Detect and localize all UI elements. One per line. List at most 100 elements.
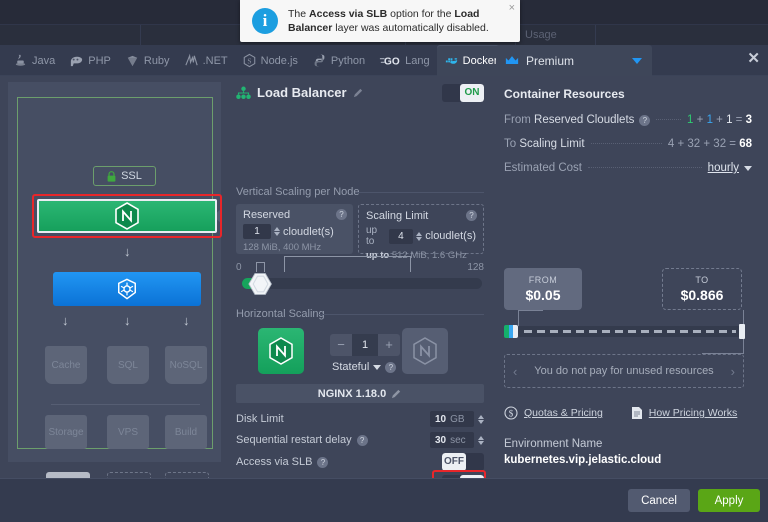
- container-resources-title: Container Resources: [504, 87, 625, 101]
- how-pricing-works-label: How Pricing Works: [648, 407, 738, 419]
- svg-text:S: S: [247, 56, 251, 65]
- topology-placeholder-build[interactable]: Build: [165, 415, 207, 449]
- scaling-limit-input[interactable]: 4: [388, 228, 414, 244]
- slider-handle[interactable]: [248, 272, 274, 296]
- tab-premium[interactable]: Premium: [496, 45, 652, 76]
- how-pricing-works-link[interactable]: How Pricing Works: [631, 406, 738, 420]
- chevron-left-icon[interactable]: ‹: [513, 364, 517, 379]
- node-count-increase[interactable]: +: [378, 334, 400, 356]
- reserved-total: 3: [745, 114, 752, 126]
- tab-dotnet[interactable]: .NET: [177, 45, 235, 76]
- limit-total: 68: [739, 138, 752, 150]
- price-slider-handle-right[interactable]: [739, 324, 745, 339]
- apply-button[interactable]: Apply: [698, 489, 760, 512]
- topology-placeholder-storage[interactable]: Storage: [45, 415, 87, 449]
- restart-delay-input[interactable]: 30 sec: [430, 432, 474, 448]
- tab-php-label: PHP: [88, 54, 111, 67]
- topology-placeholder-vps[interactable]: VPS: [107, 415, 149, 449]
- reserved-help-icon[interactable]: ?: [336, 209, 347, 220]
- horizontal-node-nginx[interactable]: [258, 328, 304, 374]
- node-count-stepper[interactable]: − 1 +: [330, 334, 400, 356]
- scaling-limit-row-label: To Scaling Limit: [504, 138, 585, 150]
- reserved-cloudlets-dots: [656, 119, 682, 120]
- access-slb-help-icon[interactable]: ?: [317, 456, 329, 468]
- ssl-badge-label: SSL: [121, 170, 142, 182]
- cancel-button[interactable]: Cancel: [628, 489, 690, 512]
- topology-placeholder-sql[interactable]: SQL: [107, 346, 149, 384]
- option-access-via-slb-control: OFF: [442, 453, 484, 471]
- edit-pencil-icon[interactable]: [353, 87, 364, 98]
- reserved-cloudlets-input[interactable]: 1: [243, 224, 271, 239]
- topology-node-kubernetes[interactable]: [53, 272, 201, 306]
- cloudlet-slider[interactable]: 0 128: [236, 256, 484, 298]
- loadbalancer-power-toggle[interactable]: ON: [442, 84, 484, 102]
- tab-docker[interactable]: Docker: [436, 45, 505, 76]
- stack-edit-pencil-icon[interactable]: [391, 388, 402, 399]
- chevron-down-icon-period[interactable]: [744, 165, 752, 171]
- reserved-unit: cloudlet(s): [283, 225, 334, 238]
- arrow-down-icon-4: ↓: [183, 313, 190, 328]
- price-slider-track[interactable]: [518, 326, 744, 337]
- price-slider-handle-left[interactable]: [504, 325, 518, 338]
- tab-nodejs[interactable]: S Node.js: [235, 45, 305, 76]
- slider-max-label: 128: [467, 262, 484, 273]
- nginx-icon-ghost: [413, 337, 437, 365]
- tab-go-label: Lang: [405, 54, 430, 67]
- access-slb-toggle[interactable]: OFF: [442, 453, 484, 471]
- slider-tick-reserved: [256, 262, 257, 272]
- estimated-cost-dots: [587, 167, 702, 168]
- tab-python[interactable]: Python: [305, 45, 372, 76]
- option-restart-delay-label: Sequential restart delay ?: [236, 434, 368, 446]
- dollar-circle-icon: $: [504, 406, 518, 420]
- tab-java[interactable]: Java: [6, 45, 62, 76]
- period-dropdown[interactable]: hourly: [708, 162, 752, 174]
- tab-php[interactable]: PHP: [62, 45, 118, 76]
- reserved-cloudlets-help-icon[interactable]: ?: [639, 115, 651, 126]
- slider-tick-reserved-2: [264, 262, 265, 272]
- topology-placeholder-nosql[interactable]: NoSQL: [165, 346, 207, 384]
- chevron-down-icon[interactable]: [632, 57, 642, 64]
- node-count-value[interactable]: 1: [352, 334, 378, 356]
- loadbalancer-header: Load Balancer: [236, 85, 364, 100]
- horizontal-node-add[interactable]: [402, 328, 448, 374]
- chevron-right-icon[interactable]: ›: [731, 364, 735, 379]
- language-tabbar: Java PHP Ruby .NET S Node.js Python GO L…: [0, 45, 768, 76]
- close-icon[interactable]: ×: [509, 2, 515, 14]
- tab-ruby[interactable]: Ruby: [118, 45, 177, 76]
- tab-go[interactable]: GO Lang: [372, 45, 436, 76]
- restart-delay-help-icon[interactable]: ?: [356, 434, 368, 446]
- limit-b: 32: [687, 138, 701, 150]
- horizontal-scaling-row: − 1 + Stateful ?: [236, 328, 484, 382]
- cost-from-value: $0.05: [525, 287, 561, 303]
- notification-toast: i The Access via SLB option for the Load…: [240, 0, 520, 42]
- stack-version-bar[interactable]: NGINX 1.18.0: [236, 384, 484, 403]
- topology-node-nginx[interactable]: [37, 199, 217, 233]
- disk-limit-stepper[interactable]: [478, 414, 484, 424]
- topology-placeholder-cache[interactable]: Cache: [45, 346, 87, 384]
- scaling-limit-help-icon[interactable]: ?: [466, 210, 477, 221]
- reserved-title: Reserved: [243, 209, 291, 221]
- scaling-limit-dots: [590, 143, 662, 144]
- node-count-decrease[interactable]: −: [330, 334, 352, 356]
- restart-delay-text: Sequential restart delay: [236, 434, 352, 446]
- scaling-limit-name: Scaling Limit: [519, 138, 585, 150]
- horizontal-scaling-section-label: Horizontal Scaling: [236, 308, 325, 320]
- svg-text:$: $: [509, 409, 514, 419]
- notification-text: The Access via SLB option for the Load B…: [288, 7, 498, 35]
- scaling-limit-stepper[interactable]: [416, 231, 423, 241]
- dialog-footer: Cancel Apply: [0, 478, 768, 522]
- ssl-badge[interactable]: SSL: [93, 166, 156, 186]
- chevron-down-icon-stateful[interactable]: [373, 364, 382, 370]
- pricing-links-row: $ Quotas & Pricing How Pricing Works: [504, 406, 737, 420]
- slider-tick-reserved-top: [256, 262, 264, 263]
- stateful-help-icon[interactable]: ?: [385, 361, 397, 373]
- restart-delay-stepper[interactable]: [478, 435, 484, 445]
- stateful-dropdown[interactable]: Stateful ?: [332, 361, 397, 373]
- slider-track[interactable]: [242, 278, 482, 289]
- arrow-down-icon-1: ↓: [124, 244, 131, 259]
- window-close-icon[interactable]: ✕: [747, 49, 760, 67]
- reserved-stepper[interactable]: [274, 227, 280, 236]
- scaling-limit-unit: cloudlet(s): [425, 230, 476, 242]
- disk-limit-input[interactable]: 10 GB: [430, 411, 474, 427]
- quotas-and-pricing-link[interactable]: $ Quotas & Pricing: [504, 406, 603, 420]
